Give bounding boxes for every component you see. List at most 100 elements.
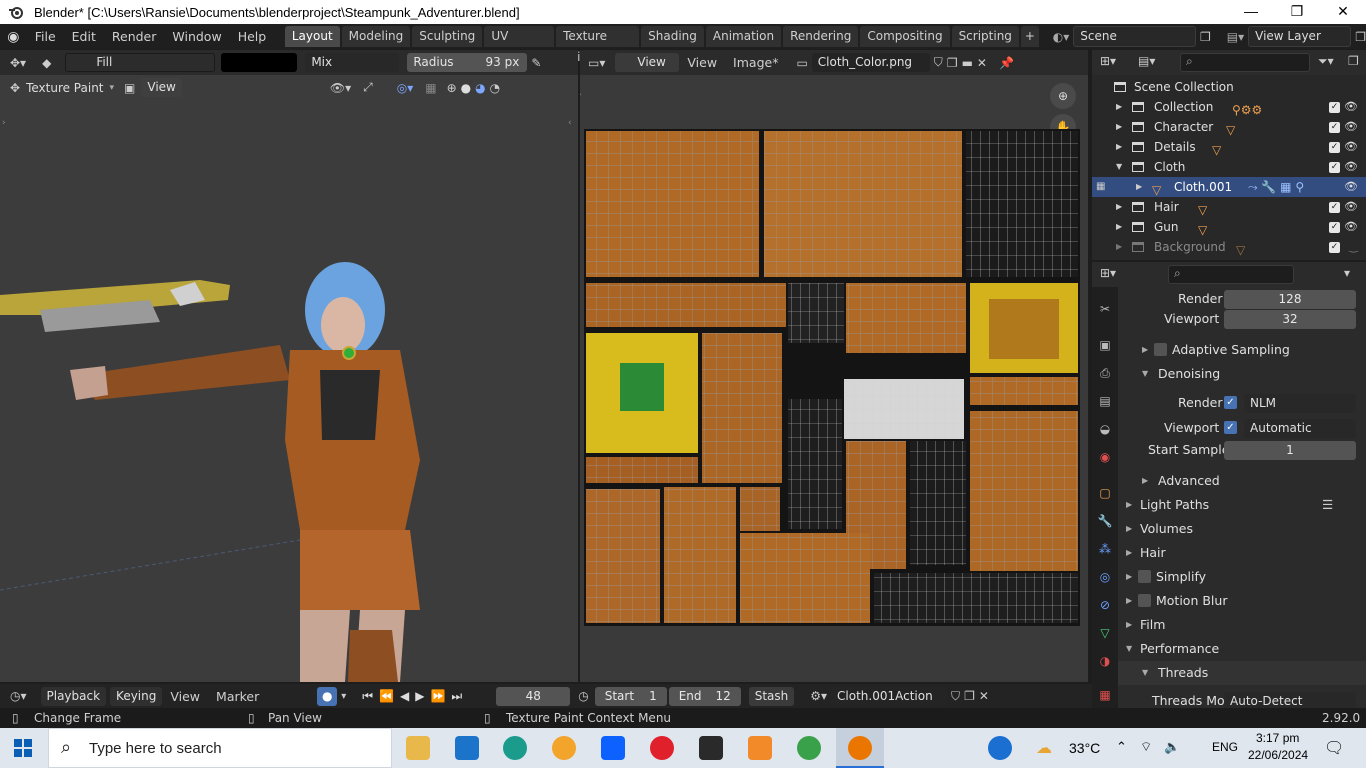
denoise-viewport-dropdown[interactable]: Automatic [1244,419,1356,438]
dropbox-icon[interactable] [601,736,625,760]
expand-arrow-icon[interactable]: ▶ [1116,217,1122,237]
modifier-tab-icon[interactable]: 🔧 [1095,511,1115,531]
simplify-checkbox[interactable] [1138,570,1151,583]
exclude-checkbox[interactable]: ✓ [1329,242,1340,253]
help-icon[interactable] [988,736,1012,760]
timeline-view-menu[interactable]: View [162,689,208,704]
menu-edit[interactable]: Edit [64,29,104,44]
stash-button[interactable]: Stash [748,686,795,706]
close-button[interactable]: ✕ [1320,0,1366,24]
new-view-layer-icon[interactable]: ❐ [1355,30,1366,44]
render-tab-icon[interactable]: ▣ [1095,335,1115,355]
start-frame-field[interactable]: Start 1 [594,686,667,706]
material-shading-icon[interactable]: ◕ [475,81,485,95]
outliner-row-cloth[interactable]: ▼ Cloth ✓ 👁 [1092,157,1366,177]
toolbar-expand-icon[interactable]: › [2,118,6,128]
visibility-eye-icon[interactable]: 👁 [1344,97,1358,117]
exclude-checkbox[interactable]: ✓ [1329,202,1340,213]
clock-time[interactable]: 3:17 pm [1256,731,1299,745]
exclude-checkbox[interactable]: ✓ [1329,122,1340,133]
volumes-panel[interactable]: ▶ Volumes [1118,517,1366,541]
tool-tab-icon[interactable]: ✂ [1095,299,1115,319]
exclude-checkbox[interactable]: ✓ [1329,222,1340,233]
particles-tab-icon[interactable]: ⁂ [1095,539,1115,559]
output-tab-icon[interactable]: ⎙ [1095,363,1115,383]
tab-sculpting[interactable]: Sculpting [412,26,483,47]
expand-arrow-icon[interactable]: ▶ [1116,117,1122,137]
samples-viewport-field[interactable]: 32 [1224,310,1356,329]
brush-name-field[interactable]: Fill [65,53,216,72]
mode-dropdown[interactable]: Texture Paint [26,81,103,95]
tab-uv-editing[interactable]: UV Editing [484,26,555,64]
filter-icon[interactable]: ⏷▾ [1318,54,1334,69]
add-workspace-button[interactable]: + [1020,26,1039,47]
solid-shading-icon[interactable]: ● [461,81,471,95]
adaptive-sampling-checkbox[interactable] [1154,343,1167,356]
start-sample-field[interactable]: 1 [1224,441,1356,460]
view-layer-selector[interactable]: View Layer [1248,26,1352,47]
denoising-panel[interactable]: ▼ Denoising [1118,362,1366,386]
edge-browser-icon[interactable] [503,736,527,760]
texture-tab-icon[interactable]: ▦ [1095,685,1115,705]
light-paths-panel[interactable]: ▶ Light Paths ☰ [1118,493,1366,517]
tray-chevron-up-icon[interactable]: ⌃ [1116,739,1127,755]
tab-rendering[interactable]: Rendering [783,26,859,47]
tab-compositing[interactable]: Compositing [860,26,950,47]
blender-taskbar-icon[interactable] [848,736,872,760]
current-frame-field[interactable]: 48 [496,686,571,706]
hidden-eye-icon[interactable]: ‿ [1349,237,1358,257]
action-name-field[interactable]: Cloth.001Action [831,686,948,706]
outliner-search-input[interactable] [1180,53,1310,72]
image-editor-type-icon[interactable]: ▭▾ [588,56,605,70]
sidebar-expand-icon[interactable]: ‹ [568,118,572,128]
xray-icon[interactable]: ▦ [425,81,436,95]
keying-chevron-icon[interactable]: ▾ [341,691,346,702]
outliner-row-collection[interactable]: ▶ Collection ⚲⚙⚙ ✓ 👁 [1092,97,1366,117]
image-image-menu[interactable]: Image* [725,55,786,70]
image-name-field[interactable]: Cloth_Color.png [811,53,930,72]
clock-date[interactable]: 22/06/2024 [1248,748,1308,762]
adaptive-sampling-panel[interactable]: ▶ Adaptive Sampling [1118,338,1366,362]
minimize-button[interactable]: — [1228,0,1274,24]
mail-icon[interactable] [455,736,479,760]
world-tab-icon[interactable]: ◉ [1095,447,1115,467]
menu-help[interactable]: Help [230,29,275,44]
paint-mask-icon[interactable]: ▣ [124,81,135,95]
language-indicator[interactable]: ENG [1212,740,1238,754]
exclude-checkbox[interactable]: ✓ [1329,142,1340,153]
playback-controls[interactable]: ⏮⏪◀▶⏩⏭ [362,689,468,704]
hair-panel[interactable]: ▶ Hair [1118,541,1366,565]
outliner-row-character[interactable]: ▶ Character ▽ ✓ 👁 [1092,117,1366,137]
outliner-row-details[interactable]: ▶ Details ▽ ✓ 👁 [1092,137,1366,157]
tab-texture-paint[interactable]: Texture Paint [556,26,640,64]
menu-render[interactable]: Render [104,29,165,44]
image-view-menu[interactable]: View [679,55,725,70]
collapse-arrow-icon[interactable]: ▼ [1116,157,1122,177]
threads-mode-dropdown[interactable]: Auto-Detect [1224,692,1356,708]
expand-arrow-icon[interactable]: ▶ [1116,137,1122,157]
action-unlink-icon[interactable]: ✕ [979,689,989,703]
maximize-button[interactable]: ❐ [1274,0,1320,24]
volume-icon[interactable]: 🔈 [1164,739,1180,755]
menu-file[interactable]: File [27,29,64,44]
timeline-marker-menu[interactable]: Marker [208,689,267,704]
tab-animation[interactable]: Animation [705,26,782,47]
expand-arrow-icon[interactable]: ▶ [1116,97,1122,117]
exclude-checkbox[interactable]: ✓ [1329,162,1340,173]
view-layer-tab-icon[interactable]: ▤ [1095,391,1115,411]
properties-search-input[interactable] [1168,265,1294,284]
visibility-eye-icon[interactable]: 👁 [1344,137,1358,157]
data-tab-icon[interactable]: ▽ [1095,623,1115,643]
simplify-panel[interactable]: ▶ Simplify [1118,565,1366,589]
end-frame-field[interactable]: End 12 [668,686,741,706]
tab-modeling[interactable]: Modeling [341,26,411,47]
image-browse-icon[interactable]: ▭ [796,56,807,70]
threads-subpanel[interactable]: ▼ Threads [1118,661,1366,685]
duplicate-image-icon[interactable]: ❐ [947,56,958,70]
outliner-row-background[interactable]: ▶ Background ▽ ✓ ‿ [1092,237,1366,257]
performance-panel[interactable]: ▼ Performance [1118,637,1366,661]
properties-options-icon[interactable]: ▾ [1344,266,1350,280]
denoise-render-checkbox[interactable]: ✓ [1224,396,1237,409]
expand-arrow-icon[interactable]: ▶ [1116,237,1122,257]
visibility-eye-icon[interactable]: 👁 [1344,197,1358,217]
